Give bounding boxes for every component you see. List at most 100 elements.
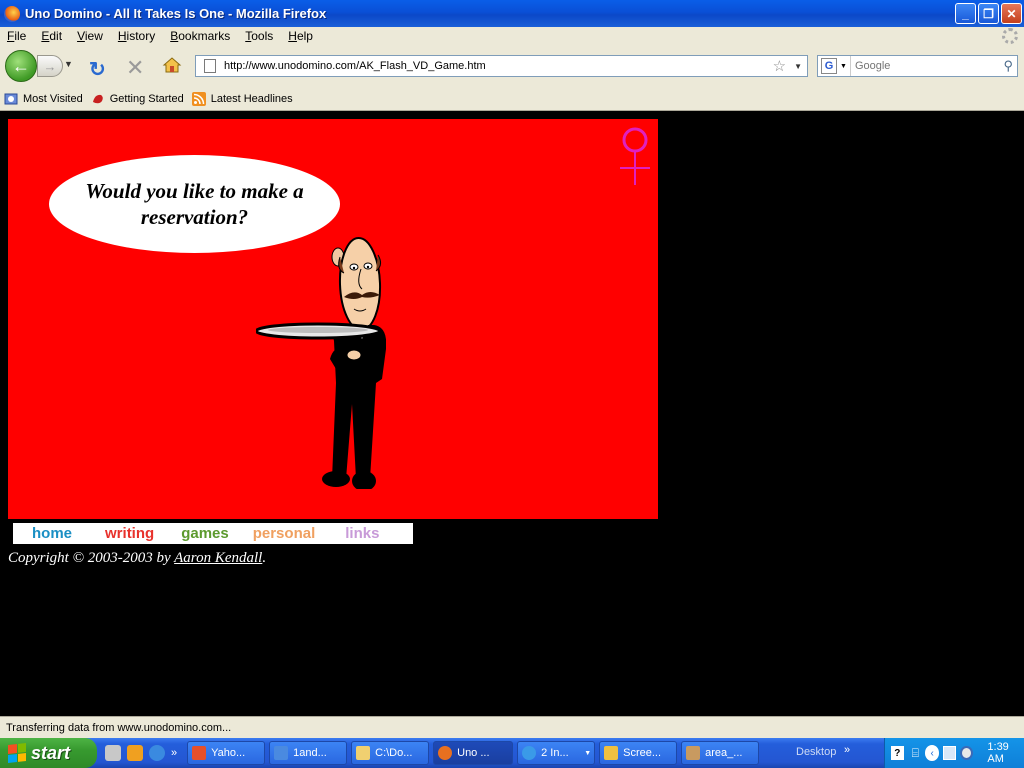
expand-tray-icon[interactable]: ‹ — [924, 745, 940, 761]
group-dropdown-icon: ▼ — [584, 749, 592, 757]
close-button[interactable]: ✕ — [1001, 3, 1022, 24]
most-visited-icon — [4, 93, 18, 104]
menu-edit[interactable]: Edit — [34, 29, 70, 43]
nav-link-links[interactable]: links — [345, 525, 379, 542]
stop-icon[interactable]: ✕ — [126, 55, 144, 81]
window-title: Uno Domino - All It Takes Is One - Mozil… — [25, 6, 327, 21]
title-bar: Uno Domino - All It Takes Is One - Mozil… — [0, 0, 1024, 27]
getting-started-icon — [92, 94, 103, 103]
desktop-toolbar-label[interactable]: Desktop — [796, 746, 836, 758]
bookmark-most-visited[interactable]: Most Visited — [4, 92, 83, 106]
status-bar: Transferring data from www.unodomino.com… — [0, 716, 1024, 738]
messenger-icon[interactable] — [127, 745, 143, 761]
task-label: Scree... — [623, 747, 662, 759]
firefox-icon — [192, 746, 207, 760]
security-icon[interactable] — [960, 746, 974, 760]
engine-dropdown-icon[interactable]: ▼ — [840, 63, 847, 70]
home-icon[interactable] — [162, 55, 182, 75]
task-label: C:\Do... — [375, 747, 413, 759]
copyright-notice: Copyright © 2003-2003 by Aaron Kendall. — [8, 550, 266, 567]
system-tray: ? ⌸ ‹ 1:39 AM — [884, 738, 1024, 768]
copyright-prefix: Copyright © 2003-2003 by — [8, 550, 175, 566]
speech-text: Would you like to make a reservation? — [85, 179, 304, 229]
status-text: Transferring data from www.unodomino.com… — [6, 721, 232, 734]
start-label: start — [31, 742, 71, 763]
page-icon — [204, 59, 216, 73]
window-controls: _ ❐ ✕ — [955, 3, 1022, 24]
internet-explorer-icon[interactable] — [149, 745, 165, 761]
clock[interactable]: 1:39 AM — [987, 741, 1024, 765]
task-label: 2 In... — [541, 747, 569, 759]
nav-link-games[interactable]: games — [181, 525, 229, 542]
address-bar[interactable]: http://www.unodomino.com/AK_Flash_VD_Gam… — [195, 55, 808, 77]
bookmark-label: Getting Started — [109, 92, 184, 105]
firefox-icon — [438, 746, 453, 760]
task-screenshots[interactable]: Scree... — [599, 741, 678, 765]
folder-icon — [604, 746, 619, 760]
start-button[interactable]: start — [0, 738, 97, 768]
task-label: area_... — [705, 747, 743, 759]
network-icon[interactable] — [943, 746, 957, 760]
site-navigation: home writing games personal links — [13, 523, 413, 544]
toolbar-overflow-icon[interactable]: » — [844, 744, 850, 756]
nav-link-personal[interactable]: personal — [253, 525, 316, 542]
document-icon — [274, 746, 289, 760]
internet-explorer-icon — [522, 746, 537, 760]
bookmark-latest-headlines[interactable]: Latest Headlines — [191, 91, 293, 106]
menu-bar: File Edit View History Bookmarks Tools H… — [0, 27, 1024, 45]
rss-feed-icon — [191, 91, 206, 106]
task-ie-group[interactable]: 2 In... ▼ — [517, 741, 596, 765]
minimize-button[interactable]: _ — [955, 3, 976, 24]
bookmark-getting-started[interactable]: Getting Started — [91, 92, 184, 106]
history-dropdown-icon[interactable]: ▼ — [64, 59, 73, 69]
url-dropdown-icon[interactable]: ▼ — [794, 62, 802, 71]
menu-bookmarks[interactable]: Bookmarks — [163, 29, 238, 43]
waiter-character — [256, 237, 386, 489]
navigation-toolbar: ← → ▼ ↻ ✕ http://www.unodomino.com/AK_Fl… — [0, 45, 1024, 87]
bookmarks-toolbar: Most Visited Getting Started Latest Head… — [0, 87, 1024, 111]
task-yahoo[interactable]: Yaho... — [187, 741, 266, 765]
paint-icon — [686, 746, 701, 760]
nav-link-home[interactable]: home — [32, 525, 72, 542]
volume-icon[interactable]: ⌸ — [912, 746, 919, 761]
forward-button[interactable]: → — [37, 55, 63, 77]
copyright-suffix: . — [262, 550, 267, 566]
search-icon[interactable]: ⚲ — [1003, 58, 1013, 74]
reload-icon[interactable]: ↻ — [89, 57, 106, 82]
quick-launch: » — [105, 745, 177, 761]
task-label: Yaho... — [211, 747, 246, 759]
menu-tools[interactable]: Tools — [238, 29, 281, 43]
female-symbol-icon[interactable] — [618, 125, 652, 187]
nav-link-writing[interactable]: writing — [105, 525, 154, 542]
bookmark-label: Latest Headlines — [210, 92, 293, 105]
task-label: Uno ... — [457, 747, 490, 759]
author-link[interactable]: Aaron Kendall — [174, 550, 262, 566]
quick-launch-overflow-icon[interactable]: » — [171, 747, 177, 759]
task-label: 1and... — [293, 747, 327, 759]
task-explorer[interactable]: C:\Do... — [351, 741, 430, 765]
url-field[interactable]: http://www.unodomino.com/AK_Flash_VD_Gam… — [224, 60, 773, 72]
back-button[interactable]: ← — [5, 50, 37, 82]
menu-history[interactable]: History — [111, 29, 163, 43]
restore-button[interactable]: ❐ — [978, 3, 999, 24]
show-desktop-icon[interactable] — [105, 745, 121, 761]
bookmark-star-icon[interactable]: ☆ — [773, 57, 786, 75]
task-1and[interactable]: 1and... — [269, 741, 348, 765]
search-bar: G ▼ ⚲ — [817, 55, 1018, 77]
page-content: Would you like to make a reservation? ho… — [0, 112, 1024, 716]
search-input[interactable] — [849, 56, 1004, 76]
windows-logo-icon — [8, 743, 26, 763]
menu-view[interactable]: View — [70, 29, 111, 43]
menu-help[interactable]: Help — [281, 29, 321, 43]
google-engine-icon[interactable]: G — [821, 58, 837, 74]
task-uno[interactable]: Uno ... — [433, 741, 514, 765]
firefox-icon — [4, 5, 20, 22]
notepad-icon — [356, 746, 371, 760]
bookmark-label: Most Visited — [23, 92, 83, 105]
help-icon[interactable]: ? — [891, 746, 904, 760]
throbber-icon — [1002, 28, 1018, 44]
task-area[interactable]: area_... — [681, 741, 760, 765]
flash-game[interactable]: Would you like to make a reservation? — [8, 119, 658, 519]
taskbar: start » Yaho... 1and... C:\Do... Uno ...… — [0, 738, 1024, 768]
menu-file[interactable]: File — [0, 29, 34, 43]
